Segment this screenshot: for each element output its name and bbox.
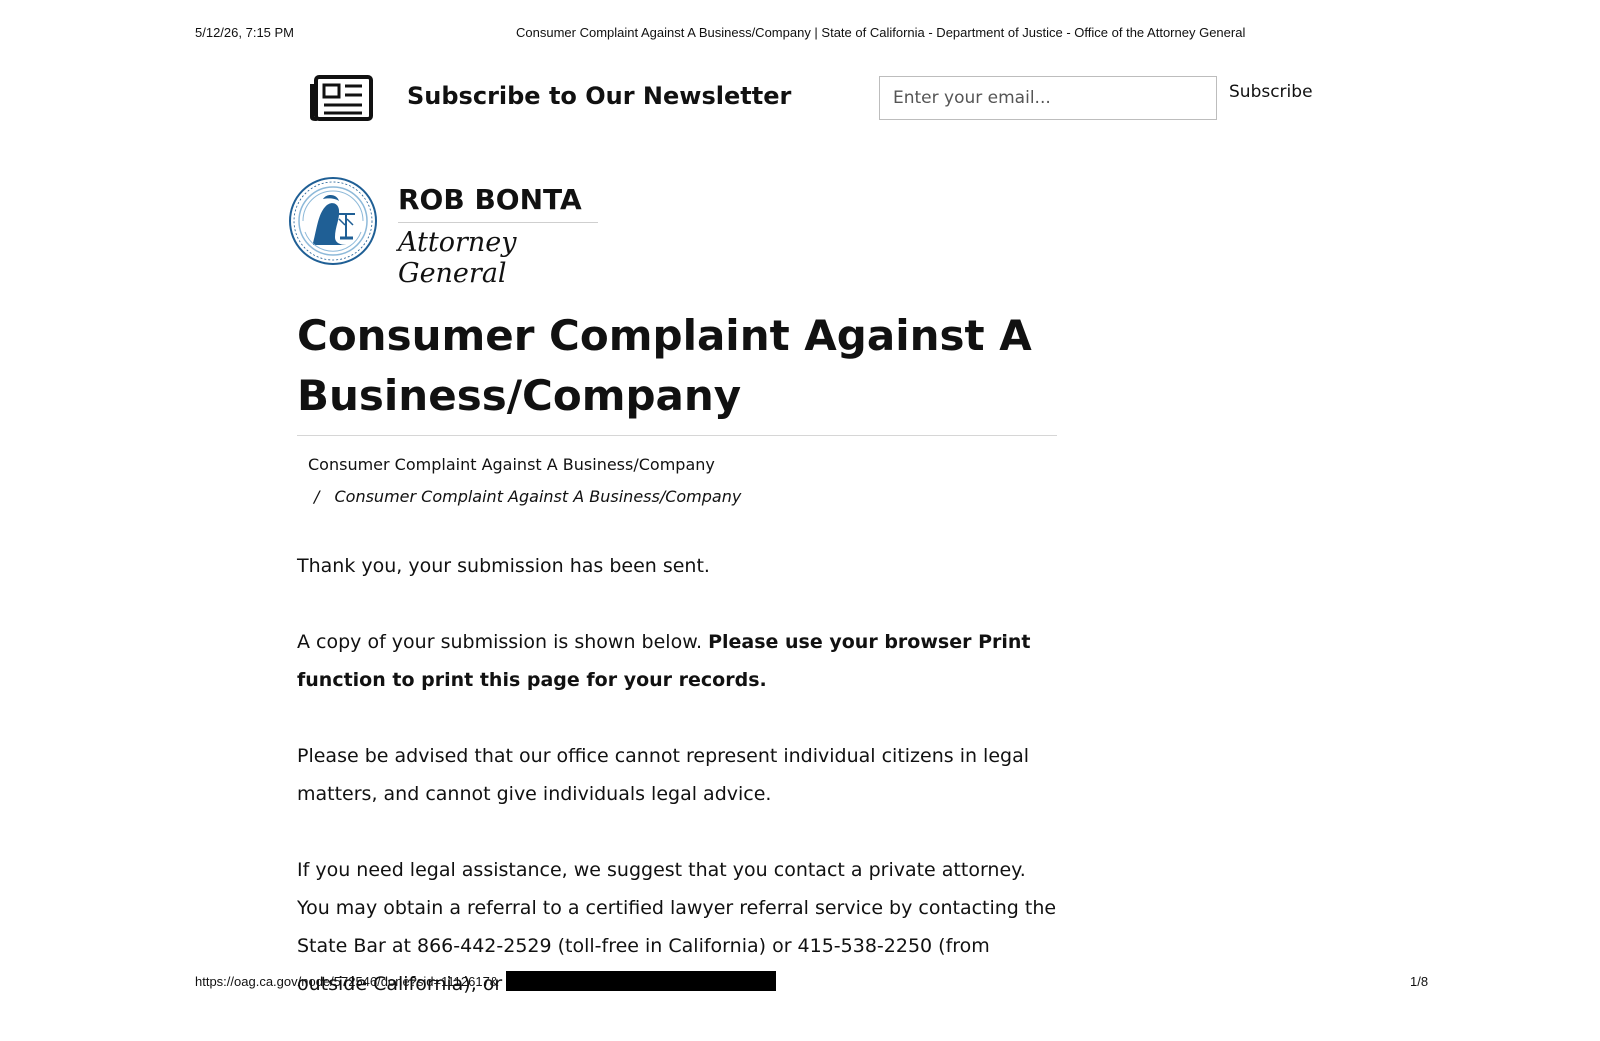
redaction-box xyxy=(506,971,776,991)
print-header-date: 5/12/26, 7:15 PM xyxy=(195,25,295,40)
legal-advice-notice: Please be advised that our office cannot… xyxy=(297,745,1030,805)
breadcrumb-current: Consumer Complaint Against A Business/Co… xyxy=(334,487,742,506)
print-instructions-intro: A copy of your submission is shown below… xyxy=(297,631,709,653)
submission-confirmation-content: Thank you, your submission has been sent… xyxy=(297,547,1062,1041)
newsletter-bar: Subscribe to Our Newsletter Subscribe xyxy=(305,70,1315,126)
attorney-general-name: ROB BONTA xyxy=(398,183,582,216)
email-input[interactable] xyxy=(879,76,1217,120)
print-header-title: Consumer Complaint Against A Business/Co… xyxy=(516,25,1246,40)
print-instructions: A copy of your submission is shown below… xyxy=(297,623,1062,699)
title-divider xyxy=(297,435,1057,436)
attorney-general-title: Attorney General xyxy=(398,227,517,289)
subscribe-button[interactable]: Subscribe xyxy=(1229,82,1313,102)
page-title: Consumer Complaint Against A Business/Co… xyxy=(297,311,1032,420)
attorney-general-brand: ROB BONTA Attorney General xyxy=(288,176,618,289)
breadcrumb-separator: / xyxy=(314,487,320,506)
thank-you-message: Thank you, your submission has been sent… xyxy=(297,555,710,577)
breadcrumb-current-row: / Consumer Complaint Against A Business/… xyxy=(308,481,1028,513)
print-footer-url: https://oag.ca.gov/node/572546/done?sid=… xyxy=(195,974,499,989)
newspaper-icon xyxy=(310,75,373,121)
breadcrumb: Consumer Complaint Against A Business/Co… xyxy=(308,449,1028,513)
print-page-number: 1/8 xyxy=(1410,974,1429,989)
newsletter-title: Subscribe to Our Newsletter xyxy=(407,82,792,110)
breadcrumb-link[interactable]: Consumer Complaint Against A Business/Co… xyxy=(308,449,1028,481)
brand-divider xyxy=(398,222,598,223)
attorney-general-seal-icon xyxy=(289,177,377,265)
